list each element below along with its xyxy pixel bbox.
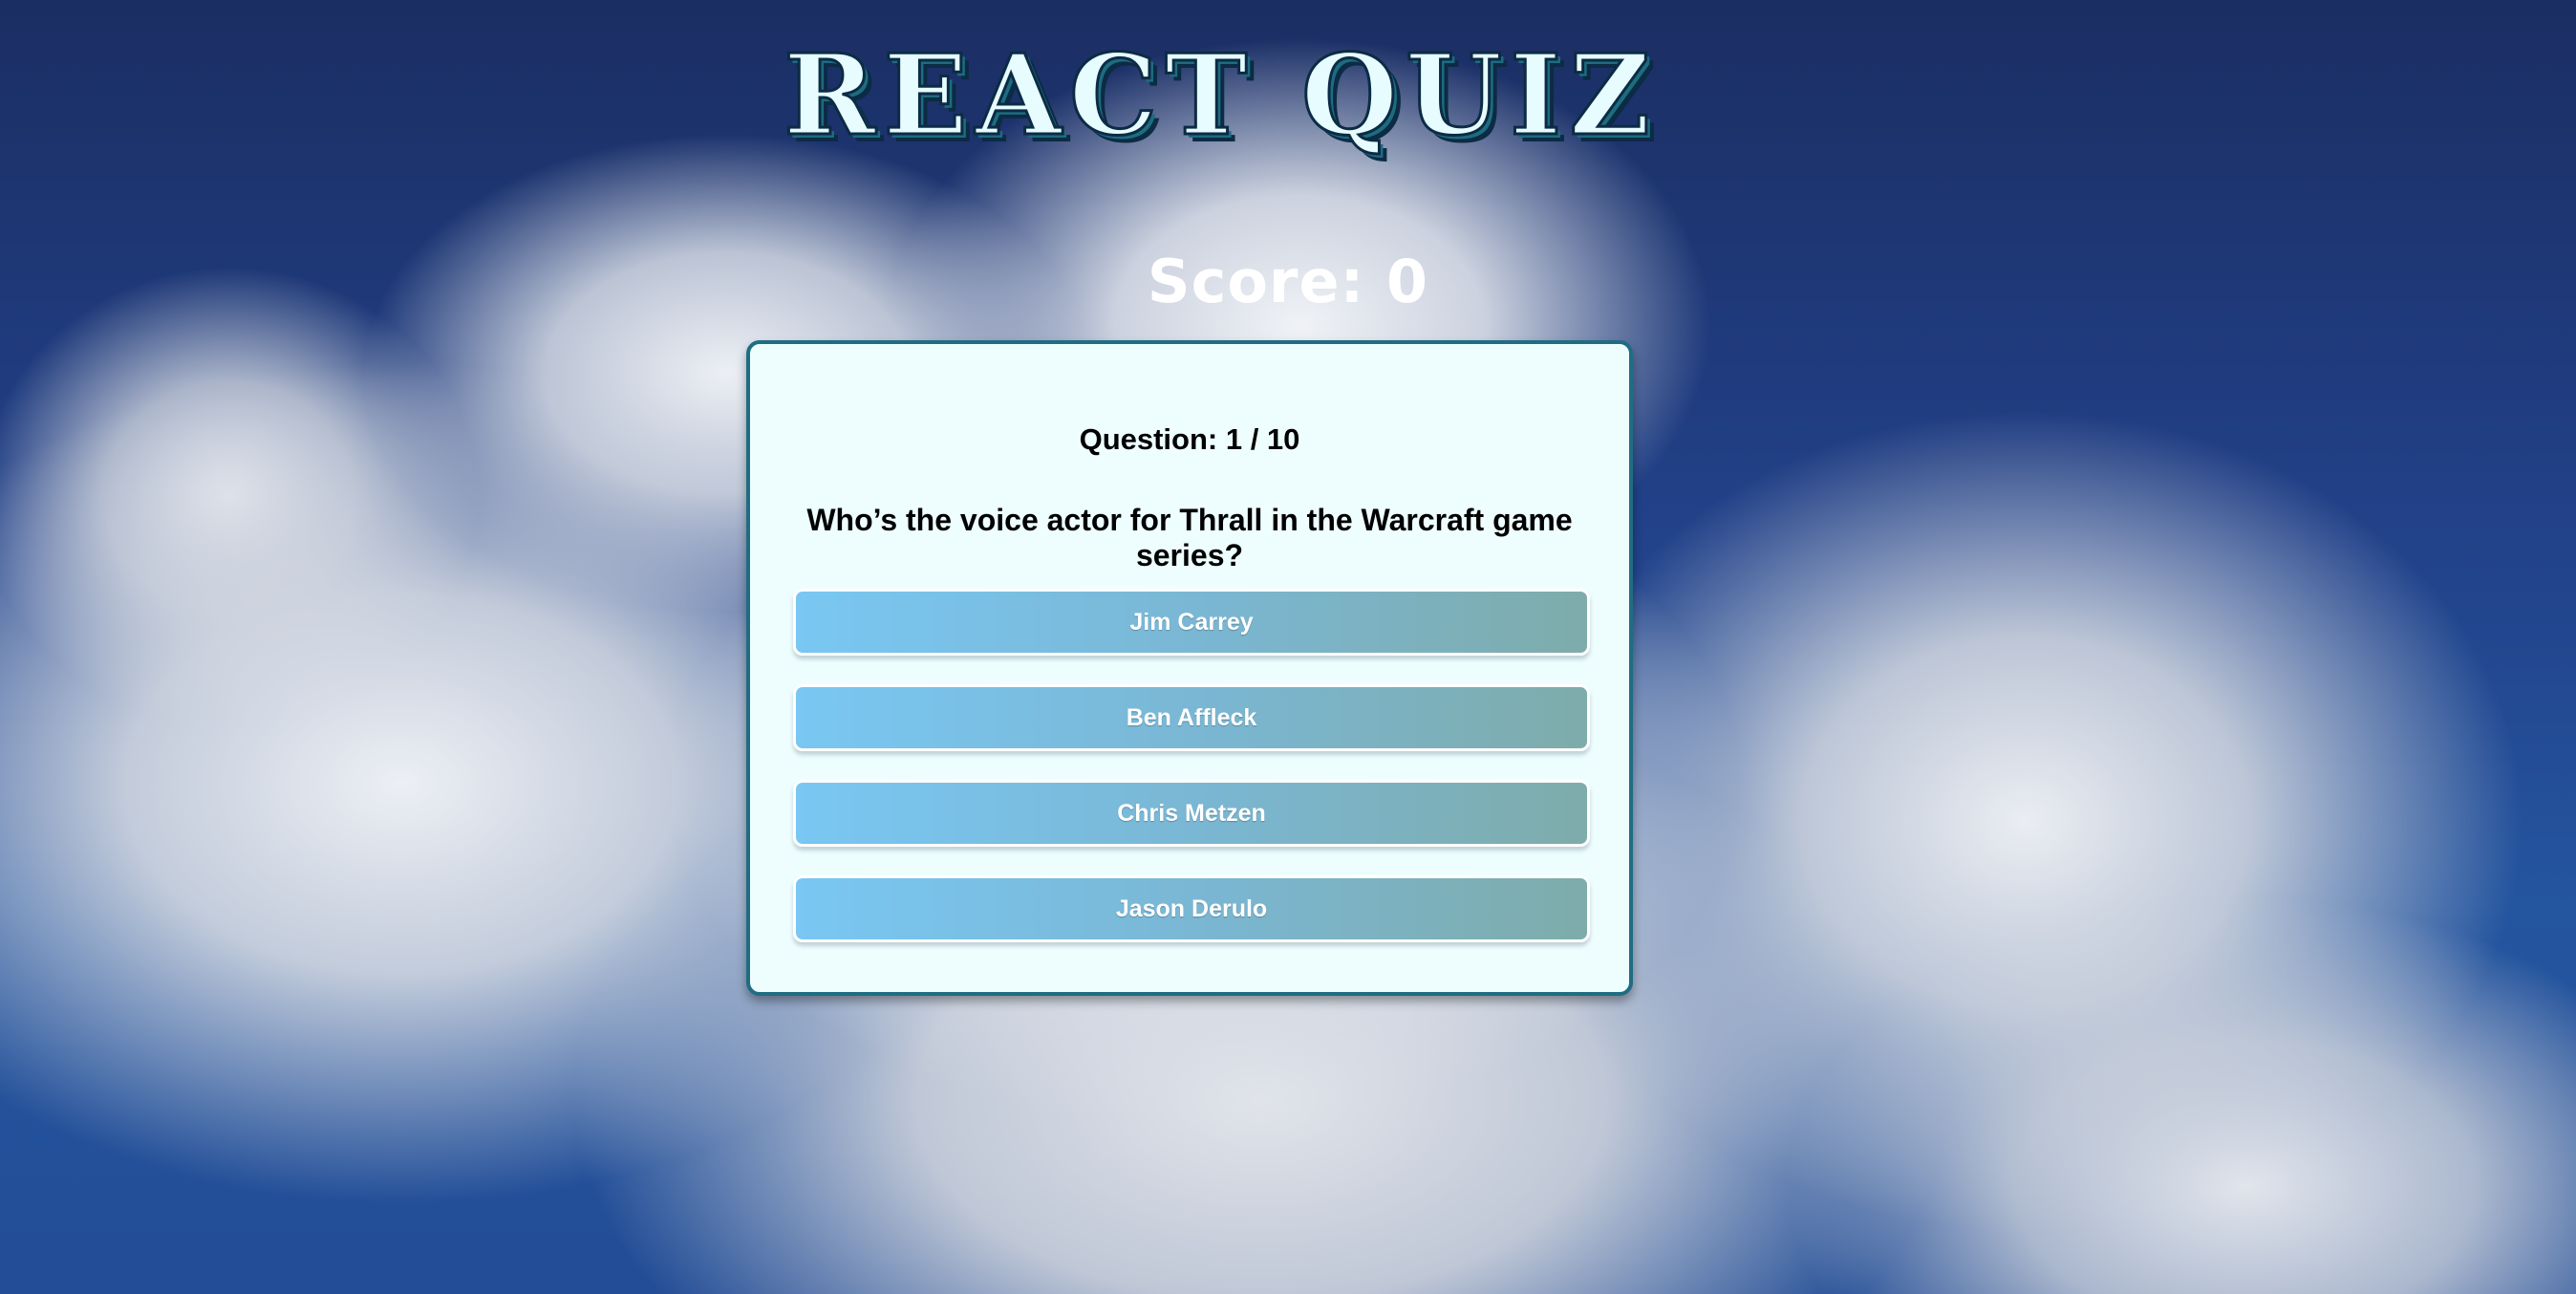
answer-list: Jim Carrey Ben Affleck Chris Metzen Jaso… xyxy=(793,589,1590,971)
question-text: Who’s the voice actor for Thrall in the … xyxy=(806,503,1573,572)
answer-button-jim-carrey[interactable]: Jim Carrey xyxy=(793,589,1590,656)
page-title: REACT QUIZ xyxy=(783,31,1658,161)
score-display: Score: 0 xyxy=(1147,247,1429,316)
question-counter: Question: 1 / 10 xyxy=(1079,422,1300,456)
answer-button-jason-derulo[interactable]: Jason Derulo xyxy=(793,875,1590,942)
quiz-card: Question: 1 / 10 Who’s the voice actor f… xyxy=(746,340,1633,996)
answer-button-chris-metzen[interactable]: Chris Metzen xyxy=(793,780,1590,847)
answer-button-ben-affleck[interactable]: Ben Affleck xyxy=(793,684,1590,751)
